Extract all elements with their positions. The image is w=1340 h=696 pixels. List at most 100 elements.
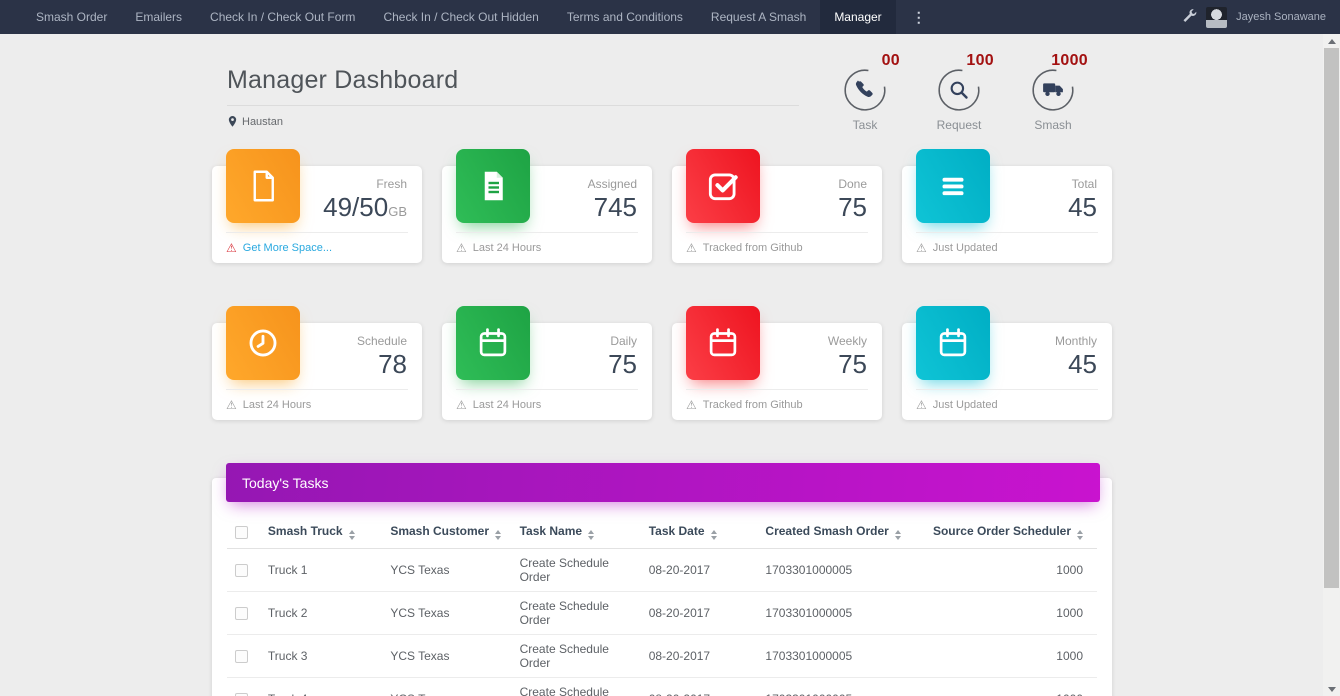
- tasks-banner: Today's Tasks: [226, 463, 1100, 502]
- counter-smash[interactable]: 1000 Smash: [1008, 52, 1098, 132]
- row-checkbox[interactable]: [235, 564, 248, 577]
- card-footer-link[interactable]: Get More Space...: [243, 242, 332, 254]
- nav-tab-manager[interactable]: Manager: [820, 0, 895, 34]
- card-label: Done: [838, 177, 867, 191]
- card-label: Weekly: [828, 334, 867, 348]
- checkbox-icon: [686, 149, 760, 223]
- counters: 00 Task 100 Request 1000: [820, 52, 1098, 132]
- counter-circle: [1031, 68, 1075, 112]
- counter-smash-label: Smash: [1008, 118, 1098, 132]
- counter-task[interactable]: 00 Task: [820, 52, 910, 132]
- scrollbar-up-arrow-icon[interactable]: [1323, 34, 1340, 48]
- nav-tab-checkin-checkout-hidden[interactable]: Check In / Check Out Hidden: [369, 0, 552, 34]
- counter-task-label: Task: [820, 118, 910, 132]
- task-count: 00: [882, 52, 900, 70]
- stat-card-monthly: Monthly 45 ⚠ Just Updated: [902, 323, 1112, 420]
- col-smash-truck[interactable]: Smash Truck: [260, 516, 382, 549]
- card-footer-text: Tracked from Github: [703, 399, 803, 411]
- sort-icon[interactable]: [349, 530, 355, 540]
- sort-icon[interactable]: [495, 530, 501, 540]
- counter-circle: [843, 68, 887, 112]
- truck-icon: [1043, 83, 1063, 96]
- card-label: Monthly: [1055, 334, 1097, 348]
- top-navbar: Smash Order Emailers Check In / Check Ou…: [0, 0, 1340, 34]
- request-count: 100: [966, 52, 994, 70]
- phone-icon: [856, 81, 873, 97]
- tasks-title: Today's Tasks: [242, 475, 328, 491]
- table-row: Truck 3 YCS Texas Create Schedule Order …: [227, 635, 1097, 678]
- search-icon: [952, 83, 967, 98]
- card-value: 78: [357, 351, 407, 378]
- page-header: Manager Dashboard Haustan 00 Task 100: [212, 34, 1112, 132]
- stat-card-schedule: Schedule 78 ⚠ Last 24 Hours: [212, 323, 422, 420]
- file-icon: [226, 149, 300, 223]
- card-label: Total: [1068, 177, 1097, 191]
- wrench-icon[interactable]: [1182, 8, 1197, 26]
- smash-count: 1000: [1051, 52, 1088, 70]
- stat-card-assigned: Assigned 745 ⚠ Last 24 Hours: [442, 166, 652, 263]
- sort-icon[interactable]: [588, 530, 594, 540]
- counter-circle: [937, 68, 981, 112]
- col-created-smash-order[interactable]: Created Smash Order: [757, 516, 925, 549]
- nav-tab-smash-order[interactable]: Smash Order: [22, 0, 121, 34]
- file-text-icon: [456, 149, 530, 223]
- card-footer-text: Just Updated: [933, 399, 998, 411]
- menu-icon: [916, 149, 990, 223]
- card-label: Fresh: [323, 177, 407, 191]
- clock-icon: [226, 306, 300, 380]
- warning-icon: ⚠: [916, 399, 927, 411]
- calendar-icon: [456, 306, 530, 380]
- row-checkbox[interactable]: [235, 607, 248, 620]
- counter-request[interactable]: 100 Request: [914, 52, 1004, 132]
- card-value: 75: [838, 194, 867, 221]
- sort-icon[interactable]: [1077, 530, 1083, 540]
- warning-icon: ⚠: [226, 399, 237, 411]
- card-value: 75: [608, 351, 637, 378]
- select-all-checkbox[interactable]: [235, 526, 248, 539]
- stat-card-daily: Daily 75 ⚠ Last 24 Hours: [442, 323, 652, 420]
- card-footer-text: Last 24 Hours: [473, 399, 541, 411]
- nav-tab-checkin-checkout-form[interactable]: Check In / Check Out Form: [196, 0, 369, 34]
- col-task-name[interactable]: Task Name: [512, 516, 641, 549]
- card-label: Assigned: [588, 177, 637, 191]
- table-row: Truck 4 YCS Texas Create Schedule Order …: [227, 678, 1097, 696]
- tasks-card: Today's Tasks Smash Truck Smash Customer…: [212, 478, 1112, 696]
- scrollbar-thumb[interactable]: [1324, 48, 1339, 588]
- col-smash-customer[interactable]: Smash Customer: [382, 516, 511, 549]
- col-source-order-scheduler[interactable]: Source Order Scheduler: [925, 516, 1097, 549]
- tasks-table: Smash Truck Smash Customer Task Name Tas…: [227, 516, 1097, 696]
- col-task-date[interactable]: Task Date: [641, 516, 758, 549]
- scrollbar-down-arrow-icon[interactable]: [1323, 682, 1340, 696]
- schedule-cards-row: Schedule 78 ⚠ Last 24 Hours Daily 75 ⚠ L…: [212, 323, 1112, 420]
- nav-tab-request-a-smash[interactable]: Request A Smash: [697, 0, 820, 34]
- nav-tab-emailers[interactable]: Emailers: [121, 0, 196, 34]
- warning-icon: ⚠: [456, 242, 467, 254]
- page-scrollbar[interactable]: [1323, 34, 1340, 696]
- sort-icon[interactable]: [895, 530, 901, 540]
- counter-request-label: Request: [914, 118, 1004, 132]
- card-value: 75: [828, 351, 867, 378]
- location-pin-icon: [227, 115, 238, 128]
- card-value: 45: [1055, 351, 1097, 378]
- page-title: Manager Dashboard: [227, 66, 799, 95]
- title-block: Manager Dashboard Haustan: [227, 52, 799, 132]
- title-divider: [227, 105, 799, 106]
- warning-icon: ⚠: [686, 399, 697, 411]
- table-row: Truck 2 YCS Texas Create Schedule Order …: [227, 592, 1097, 635]
- location-row: Haustan: [227, 115, 799, 128]
- nav-tabs: Smash Order Emailers Check In / Check Ou…: [22, 0, 942, 34]
- card-footer-text: Tracked from Github: [703, 242, 803, 254]
- user-name[interactable]: Jayesh Sonawane: [1236, 11, 1326, 23]
- card-footer-text: Just Updated: [933, 242, 998, 254]
- stat-card-total: Total 45 ⚠ Just Updated: [902, 166, 1112, 263]
- table-row: Truck 1 YCS Texas Create Schedule Order …: [227, 549, 1097, 592]
- stat-cards-row: Fresh 49/50GB ⚠ Get More Space... Assign…: [212, 166, 1112, 263]
- user-avatar[interactable]: [1206, 7, 1227, 28]
- nav-tab-terms-and-conditions[interactable]: Terms and Conditions: [553, 0, 697, 34]
- warning-icon: ⚠: [686, 242, 697, 254]
- row-checkbox[interactable]: [235, 650, 248, 663]
- card-label: Schedule: [357, 334, 407, 348]
- more-menu-icon[interactable]: ⋮: [896, 0, 942, 34]
- warning-icon: ⚠: [456, 399, 467, 411]
- sort-icon[interactable]: [711, 530, 717, 540]
